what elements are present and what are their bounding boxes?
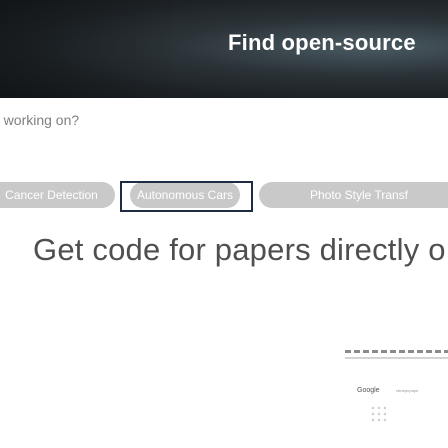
preview-logo: Google — [357, 387, 380, 394]
preview-link: rstnepnpape — [396, 388, 419, 393]
preview-dots — [370, 405, 386, 423]
question-text: 1 working on? — [0, 112, 80, 128]
tab-photo-style-transfer[interactable]: Photo Style Transf — [259, 182, 448, 208]
preview-header-line — [345, 350, 448, 353]
hero-title: Find open-source — [228, 30, 416, 55]
paper-preview-thumbnail: Google rstnepnpape — [345, 350, 448, 448]
hero-banner: Find open-source — [0, 0, 448, 98]
preview-subheader-line — [345, 357, 448, 359]
page-headline: Get code for papers directly o — [33, 232, 446, 267]
tab-cancer-detection[interactable]: Cancer Detection — [0, 182, 115, 208]
selected-tab-outline — [120, 181, 253, 212]
